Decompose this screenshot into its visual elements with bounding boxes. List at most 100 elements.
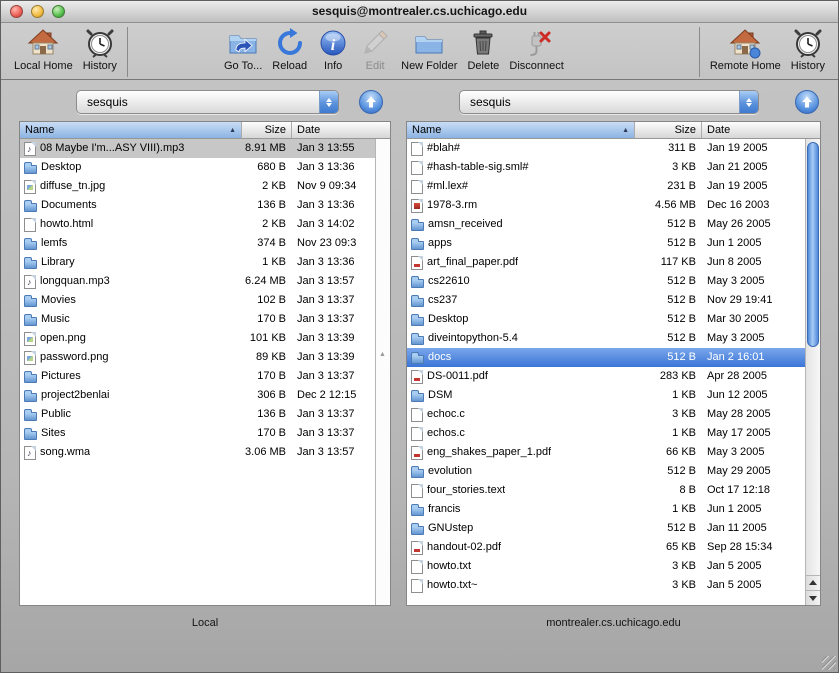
file-row[interactable]: art_final_paper.pdf 117 KB Jun 8 2005: [407, 253, 805, 272]
file-date: Sep 28 15:34: [702, 538, 805, 557]
file-name: evolution: [428, 462, 472, 481]
file-row[interactable]: Movies 102 B Jan 3 13:37: [20, 291, 375, 310]
remote-column-header-date[interactable]: Date: [702, 122, 820, 138]
file-row[interactable]: Desktop 680 B Jan 3 13:36: [20, 158, 375, 177]
remote-column-header-size[interactable]: Size: [635, 122, 702, 138]
file-row[interactable]: cs22610 512 B May 3 2005: [407, 272, 805, 291]
file-size: 1 KB: [635, 500, 702, 519]
local-home-button[interactable]: Local Home: [9, 26, 78, 73]
local-history-button[interactable]: History: [78, 26, 122, 73]
minimize-button[interactable]: [31, 5, 44, 18]
file-row[interactable]: evolution 512 B May 29 2005: [407, 462, 805, 481]
file-size: 512 B: [635, 272, 702, 291]
remote-up-directory-button[interactable]: [795, 90, 819, 114]
file-icon: [24, 275, 36, 289]
file-row[interactable]: Public 136 B Jan 3 13:37: [20, 405, 375, 424]
file-row[interactable]: #hash-table-sig.sml# 3 KB Jan 21 2005: [407, 158, 805, 177]
file-date: Jan 3 13:39: [292, 348, 375, 367]
file-row[interactable]: francis 1 KB Jun 1 2005: [407, 500, 805, 519]
file-size: 170 B: [242, 310, 292, 329]
file-name: diveintopython-5.4: [428, 329, 518, 348]
file-row[interactable]: password.png 89 KB Jan 3 13:39: [20, 348, 375, 367]
local-path-dropdown[interactable]: sesquis: [76, 90, 339, 114]
local-column-header-size[interactable]: Size: [242, 122, 292, 138]
file-row[interactable]: docs 512 B Jan 2 16:01: [407, 348, 805, 367]
file-row[interactable]: DSM 1 KB Jun 12 2005: [407, 386, 805, 405]
file-row[interactable]: four_stories.text 8 B Oct 17 12:18: [407, 481, 805, 500]
remote-history-button[interactable]: History: [786, 26, 830, 73]
file-row[interactable]: Desktop 512 B Mar 30 2005: [407, 310, 805, 329]
file-row[interactable]: howto.txt~ 3 KB Jan 5 2005: [407, 576, 805, 595]
reload-button[interactable]: Reload: [267, 26, 312, 73]
remote-column-header-name[interactable]: Name: [407, 122, 635, 138]
file-row[interactable]: GNUstep 512 B Jan 11 2005: [407, 519, 805, 538]
file-name: #ml.lex#: [427, 177, 468, 196]
clock-icon: [84, 27, 116, 59]
file-row[interactable]: handout-02.pdf 65 KB Sep 28 15:34: [407, 538, 805, 557]
local-up-directory-button[interactable]: [359, 90, 383, 114]
file-row[interactable]: howto.txt 3 KB Jan 5 2005: [407, 557, 805, 576]
file-row[interactable]: 1978-3.rm 4.56 MB Dec 16 2003: [407, 196, 805, 215]
file-row[interactable]: song.wma 3.06 MB Jan 3 13:57: [20, 443, 375, 462]
resize-grip[interactable]: [822, 656, 836, 670]
file-icon: [24, 351, 36, 365]
remote-pane-label: montrealer.cs.uchicago.edu: [406, 617, 821, 631]
file-icon: [411, 180, 423, 194]
file-row[interactable]: diffuse_tn.jpg 2 KB Nov 9 09:34: [20, 177, 375, 196]
info-button[interactable]: i Info: [312, 26, 354, 73]
titlebar[interactable]: sesquis@montrealer.cs.uchicago.edu: [1, 1, 838, 23]
pencil-icon: [359, 27, 391, 59]
window-controls: [10, 5, 65, 18]
file-date: Jan 21 2005: [702, 158, 805, 177]
file-name: project2benlai: [41, 386, 110, 405]
disconnect-button[interactable]: Disconnect: [504, 26, 568, 73]
file-row[interactable]: 08 Maybe I'm...ASY VIII).mp3 8.91 MB Jan…: [20, 139, 375, 158]
scroll-up-button[interactable]: [806, 575, 820, 590]
sort-ascending-icon: [622, 122, 629, 138]
file-row[interactable]: diveintopython-5.4 512 B May 3 2005: [407, 329, 805, 348]
file-row[interactable]: Music 170 B Jan 3 13:37: [20, 310, 375, 329]
file-row[interactable]: Pictures 170 B Jan 3 13:37: [20, 367, 375, 386]
file-row[interactable]: Sites 170 B Jan 3 13:37: [20, 424, 375, 443]
file-size: 680 B: [242, 158, 292, 177]
file-row[interactable]: echoc.c 3 KB May 28 2005: [407, 405, 805, 424]
close-button[interactable]: [10, 5, 23, 18]
go-to-button[interactable]: Go To...: [219, 26, 267, 73]
local-column-header-date[interactable]: Date: [292, 122, 390, 138]
file-row[interactable]: howto.html 2 KB Jan 3 14:02: [20, 215, 375, 234]
file-name-cell: evolution: [407, 462, 635, 481]
file-name-cell: diveintopython-5.4: [407, 329, 635, 348]
local-scrollbar-track[interactable]: [375, 139, 390, 605]
new-folder-button[interactable]: New Folder: [396, 26, 462, 73]
file-row[interactable]: longquan.mp3 6.24 MB Jan 3 13:57: [20, 272, 375, 291]
file-row[interactable]: lemfs 374 B Nov 23 09:3: [20, 234, 375, 253]
home-icon: [729, 27, 761, 59]
file-name: Desktop: [428, 310, 468, 329]
file-row[interactable]: cs237 512 B Nov 29 19:41: [407, 291, 805, 310]
scrollbar-thumb[interactable]: [807, 142, 819, 347]
file-row[interactable]: project2benlai 306 B Dec 2 12:15: [20, 386, 375, 405]
file-date: Jan 3 13:37: [292, 291, 375, 310]
window-title: sesquis@montrealer.cs.uchicago.edu: [1, 1, 838, 22]
remote-path-dropdown[interactable]: sesquis: [459, 90, 759, 114]
file-row[interactable]: eng_shakes_paper_1.pdf 66 KB May 3 2005: [407, 443, 805, 462]
file-row[interactable]: #blah# 311 B Jan 19 2005: [407, 139, 805, 158]
file-name-cell: cs237: [407, 291, 635, 310]
delete-button[interactable]: Delete: [462, 26, 504, 73]
scroll-down-button[interactable]: [806, 590, 820, 605]
zoom-button[interactable]: [52, 5, 65, 18]
file-row[interactable]: Documents 136 B Jan 3 13:36: [20, 196, 375, 215]
file-row[interactable]: Library 1 KB Jan 3 13:36: [20, 253, 375, 272]
file-row[interactable]: echos.c 1 KB May 17 2005: [407, 424, 805, 443]
file-date: Dec 2 12:15: [292, 386, 375, 405]
file-row[interactable]: amsn_received 512 B May 26 2005: [407, 215, 805, 234]
file-row[interactable]: open.png 101 KB Jan 3 13:39: [20, 329, 375, 348]
file-row[interactable]: apps 512 B Jun 1 2005: [407, 234, 805, 253]
edit-button[interactable]: Edit: [354, 26, 396, 73]
file-row[interactable]: #ml.lex# 231 B Jan 19 2005: [407, 177, 805, 196]
file-size: 2 KB: [242, 215, 292, 234]
remote-home-button[interactable]: Remote Home: [705, 26, 786, 73]
remote-scrollbar-track[interactable]: [805, 139, 820, 605]
local-column-header-name[interactable]: Name: [20, 122, 242, 138]
file-row[interactable]: DS-0011.pdf 283 KB Apr 28 2005: [407, 367, 805, 386]
